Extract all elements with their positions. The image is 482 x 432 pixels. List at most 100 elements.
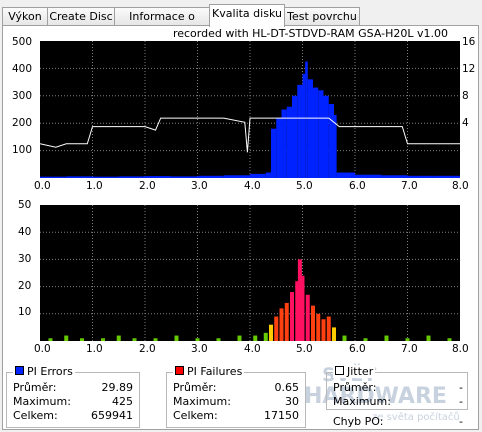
pi-errors-bar [381, 175, 408, 178]
y2-tick-label: 16 [462, 36, 476, 48]
stat-row: Celkem: 659941 [13, 409, 133, 422]
stat-row: Maximum: - [333, 395, 463, 408]
stat-label: Maximum: [13, 395, 71, 408]
pi-errors-bar [318, 90, 324, 178]
stat-label: Celkem: [13, 409, 58, 422]
stat-row: Maximum: 425 [13, 395, 133, 408]
chyb-po-value: - [459, 415, 463, 428]
y2-tick-label: 4 [462, 117, 469, 129]
pi-failures-bar [274, 316, 279, 341]
pi-failures-bar [253, 335, 258, 341]
pi-failures-bar [300, 275, 305, 341]
pi-failures-bar [290, 292, 294, 341]
tab-informace-o-disku[interactable]: Informace o disku [114, 7, 210, 41]
y-tick-label: 200 [12, 117, 33, 129]
pi-failures-bar [48, 338, 53, 341]
pi-failures-bar [326, 316, 331, 341]
pi-failures-bar [263, 332, 268, 341]
pi-errors-bar [271, 128, 277, 178]
tab-test-povrchu[interactable]: Test povrchu [284, 7, 360, 25]
jitter-legend-swatch [335, 366, 344, 375]
pi-errors-bar [171, 176, 198, 178]
x-tick-label: 2.0 [139, 343, 156, 355]
pi-errors-bar [305, 61, 308, 178]
pi-errors-bar [323, 95, 329, 178]
pi-failures-bar [64, 335, 69, 341]
pi-failures-bar [132, 338, 137, 341]
pi-failures-stats-box: PI Failures Průměr: 0.65 Maximum: 30 Celke… [166, 365, 306, 428]
pi-errors-bar [276, 117, 282, 178]
stat-value: 17150 [264, 409, 299, 422]
pi-errors-bar [407, 175, 434, 178]
stat-row: Průměr: - [333, 381, 463, 394]
x-tick-label: 3.0 [191, 180, 208, 192]
tab-vykon[interactable]: Výkon [2, 7, 48, 25]
stat-value: 659941 [91, 409, 133, 422]
y-tick-label: 20 [18, 280, 32, 292]
x-tick-label: 8.0 [452, 180, 469, 192]
stat-label: Maximum: [173, 395, 231, 408]
pi-errors-bar [328, 104, 334, 178]
pi-failures-bar [153, 338, 158, 341]
pi-failures-bar [332, 327, 336, 341]
pi-failures-bar [321, 319, 326, 341]
stat-value: - [459, 395, 463, 408]
stat-value: 29.89 [101, 381, 134, 394]
pi-failures-bar [426, 335, 431, 341]
chyb-po-row: Chyb PO: - [333, 415, 463, 428]
pi-failures-bar [305, 294, 310, 341]
y-tick-label: 50 [18, 199, 32, 211]
pi-errors-bar [265, 172, 271, 178]
x-tick-label: 5.0 [296, 343, 313, 355]
pi-failures-legend-swatch [175, 366, 184, 375]
pi-errors-bar [197, 175, 224, 178]
pi-failures-bar [316, 313, 321, 341]
pi-errors-bar [145, 176, 172, 178]
pi-errors-bar [118, 176, 145, 178]
x-tick-label: 0.0 [34, 180, 51, 192]
pi-failures-bar [216, 338, 221, 341]
pi-failures-bar [405, 338, 410, 341]
y-tick-label: 40 [18, 226, 32, 238]
stat-value: 425 [112, 395, 133, 408]
x-tick-label: 0.0 [34, 343, 51, 355]
tab-kvalita-disku[interactable]: Kvalita disku [209, 4, 285, 27]
stat-label: Maximum: [333, 395, 391, 408]
pi-failures-bar [342, 335, 347, 341]
chyb-po-label: Chyb PO: [333, 415, 384, 428]
pi-failures-bar [279, 308, 284, 341]
pi-errors-bar [66, 176, 93, 178]
x-tick-label: 4.0 [244, 180, 261, 192]
pi-failures-bar [174, 335, 179, 341]
pi-errors-title-text: PI Errors [27, 365, 73, 378]
tab-create-disc[interactable]: Create Disc [47, 7, 115, 25]
app-window: Výkon Create Disc Informace o disku Kval… [0, 0, 482, 432]
pi-failures-bar [195, 338, 200, 341]
pi-errors-bar [223, 175, 250, 178]
x-tick-label: 3.0 [191, 343, 208, 355]
pi-errors-bar [281, 109, 287, 178]
stat-label: Průměr: [173, 381, 217, 394]
stat-label: Průměr: [333, 381, 377, 394]
stat-row: Průměr: 0.65 [173, 381, 299, 394]
x-tick-label: 6.0 [349, 343, 366, 355]
stat-row: Celkem: 17150 [173, 409, 299, 422]
stat-value: - [459, 381, 463, 394]
pi-failures-bar [284, 302, 289, 341]
x-tick-label: 4.0 [244, 343, 261, 355]
x-tick-label: 7.0 [401, 343, 418, 355]
pi-errors-title: PI Errors [13, 365, 75, 378]
jitter-title-text: Jitter [347, 365, 374, 378]
y-tick-label: 500 [12, 36, 33, 48]
pi-errors-bar [313, 87, 319, 178]
pi-errors-bar [433, 175, 460, 178]
x-tick-label: 7.0 [401, 180, 418, 192]
pi-failures-title-text: PI Failures [187, 365, 243, 378]
stat-value: 30 [285, 395, 299, 408]
pi-failures-bar [80, 338, 84, 341]
y-tick-label: 300 [12, 90, 33, 102]
pi-errors-bar [40, 176, 67, 178]
y2-tick-label: 8 [462, 90, 469, 102]
y-tick-label: 100 [12, 144, 33, 156]
pi-errors-bar [307, 79, 313, 178]
